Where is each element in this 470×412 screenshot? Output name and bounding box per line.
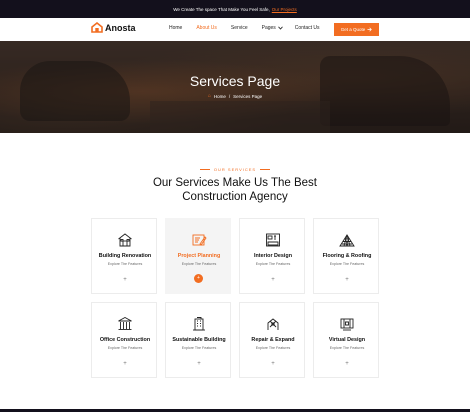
get-a-quote-label: Get a Quote [340, 27, 366, 32]
service-subtitle: Explore The Features [107, 346, 143, 350]
service-title: Repair & Expand [251, 337, 295, 343]
service-title: Building Renovation [98, 253, 152, 259]
nav-home[interactable]: Home [169, 25, 182, 31]
service-subtitle: Explore The Features [181, 346, 217, 350]
eyebrow-text: OUR SERVICES [213, 167, 257, 172]
section-title: Our Services Make Us The Best Constructi… [152, 177, 318, 203]
service-card-project-planning[interactable]: Project Planning Explore The Features + [165, 218, 231, 294]
get-a-quote-button[interactable]: Get a Quote [334, 23, 379, 36]
main-navbar: Anosta Home About Us Service Pages Conta… [0, 18, 470, 41]
service-card-building-renovation[interactable]: Building Renovation Explore The Features… [91, 218, 157, 294]
service-card-interior-design[interactable]: Interior Design Explore The Features + [239, 218, 305, 294]
repair-icon [267, 318, 279, 330]
service-subtitle: Explore The Features [329, 346, 365, 350]
service-card-office-construction[interactable]: Office Construction Explore The Features… [91, 302, 157, 378]
expand-button[interactable]: + [121, 360, 129, 368]
office-icon [118, 316, 132, 330]
breadcrumb-separator: / [228, 93, 231, 99]
service-subtitle: Explore The Features [255, 346, 291, 350]
virtual-design-icon [340, 318, 354, 331]
nav-pages[interactable]: Pages [262, 25, 283, 31]
house-icon [118, 233, 132, 247]
breadcrumb-home[interactable]: Home [214, 94, 226, 99]
section-eyebrow: OUR SERVICES [0, 167, 470, 172]
service-card-flooring-roofing[interactable]: Flooring & Roofing Explore The Features … [313, 218, 379, 294]
expand-button[interactable]: + [343, 360, 351, 368]
chevron-down-icon [278, 26, 283, 30]
home-icon: ⌂ [207, 93, 211, 99]
service-card-virtual-design[interactable]: Virtual Design Explore The Features + [313, 302, 379, 378]
interior-icon [266, 233, 280, 247]
expand-button[interactable]: + [195, 360, 203, 368]
service-card-sustainable-building[interactable]: Sustainable Building Explore The Feature… [165, 302, 231, 378]
service-title: Project Planning [177, 253, 221, 259]
logo-text: Anosta [105, 22, 136, 33]
roof-icon [339, 234, 355, 247]
eyebrow-line-right [260, 169, 271, 170]
service-subtitle: Explore The Features [255, 262, 291, 266]
service-card-repair-expand[interactable]: Repair & Expand Explore The Features + [239, 302, 305, 378]
blueprint-icon [192, 234, 207, 246]
service-subtitle: Explore The Features [107, 262, 143, 266]
logo-icon [91, 22, 103, 33]
nav-service[interactable]: Service [231, 25, 248, 31]
page-title: Services Page [189, 73, 281, 89]
service-title: Sustainable Building [172, 337, 226, 343]
expand-button[interactable]: + [269, 360, 277, 368]
eyebrow-line-left [199, 169, 210, 170]
main-menu: Home About Us Service Pages Contact Us [169, 25, 320, 31]
service-title: Office Construction [99, 337, 151, 343]
service-subtitle: Explore The Features [329, 262, 365, 266]
nav-contact-us[interactable]: Contact Us [295, 25, 320, 31]
announcement-text: We Create The space That Make You Feel S… [173, 6, 270, 12]
expand-button[interactable]: + [121, 276, 129, 284]
expand-button[interactable]: + [269, 276, 277, 284]
service-subtitle: Explore The Features [181, 262, 217, 266]
announcement-bar: We Create The space That Make You Feel S… [0, 0, 470, 18]
service-title: Interior Design [253, 253, 293, 259]
nav-about-us[interactable]: About Us [196, 25, 217, 31]
breadcrumb: ⌂ Home / Services Page [0, 93, 470, 99]
service-title: Flooring & Roofing [322, 253, 372, 259]
nav-pages-label: Pages [261, 25, 276, 31]
breadcrumb-current: Services Page [233, 93, 263, 99]
expand-button[interactable]: + [343, 276, 351, 284]
our-projects-link[interactable]: Our Projects [272, 7, 297, 12]
building-icon [193, 317, 205, 331]
arrow-right-icon [367, 27, 373, 32]
service-title: Virtual Design [328, 337, 366, 343]
logo[interactable]: Anosta [91, 22, 136, 33]
expand-button[interactable]: + [194, 274, 203, 283]
